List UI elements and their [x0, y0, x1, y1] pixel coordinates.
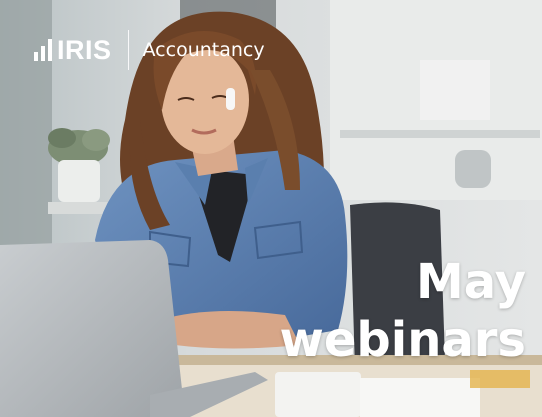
- signal-bars-icon: [34, 39, 52, 61]
- webinar-banner: IRIS Accountancy May webinars: [0, 0, 542, 417]
- headline: May webinars: [279, 258, 526, 364]
- headline-line-2: webinars: [279, 312, 526, 368]
- product-name: Accountancy: [142, 38, 265, 61]
- logo-divider: [127, 30, 129, 70]
- iris-accountancy-logo: IRIS Accountancy: [34, 30, 265, 70]
- headline-line-1: May: [416, 254, 526, 310]
- brand-name: IRIS: [57, 34, 112, 65]
